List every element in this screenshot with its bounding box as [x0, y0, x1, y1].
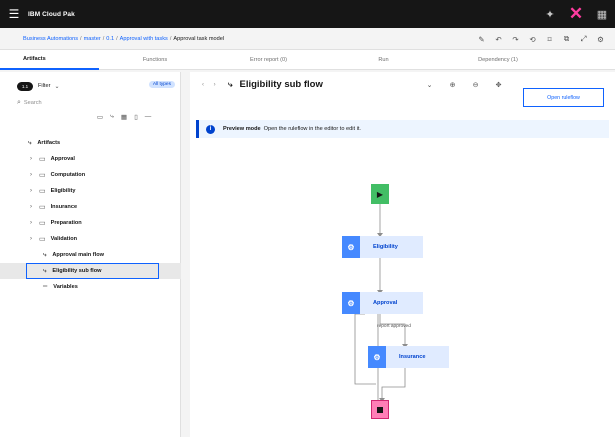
new-folder-icon[interactable]: ▭ [94, 113, 106, 121]
copy-icon[interactable]: ⧉ [558, 34, 575, 44]
flow-end-node[interactable] [371, 400, 389, 419]
task-node-eligibility[interactable]: ⚙ Eligibility [342, 236, 423, 258]
tab-artifacts[interactable]: Artifacts [0, 50, 99, 70]
edit-icon[interactable]: ✎ [473, 35, 490, 44]
search-icon: ⌕ [17, 99, 21, 106]
tab-functions[interactable]: Functions [99, 50, 211, 70]
tree-item-label: Variables [53, 284, 78, 290]
breadcrumb-item[interactable]: Business Automations [23, 36, 78, 42]
folder-icon: ▭ [39, 236, 46, 243]
tree-folder-label: Preparation [50, 220, 82, 226]
breadcrumb-separator: / [80, 35, 82, 42]
tree-folder-label: Computation [50, 172, 86, 178]
tab-bar: Artifacts Functions Error report (0) Run… [0, 50, 615, 70]
breadcrumb-separator: / [116, 35, 118, 42]
folder-icon: ▭ [39, 172, 46, 179]
new-file-icon[interactable]: ▯ [130, 113, 142, 121]
folder-icon: ▭ [39, 204, 46, 211]
tree-folder-label: Eligibility [50, 188, 76, 194]
tree-toolbar: ▭ ⤷ ▦ ▯ — [94, 113, 154, 121]
breadcrumb-item[interactable]: master [84, 36, 101, 42]
edge-label: report approved [377, 324, 411, 329]
redo-icon[interactable]: ↷ [507, 35, 524, 44]
tree-folder-approval[interactable]: › ▭ Approval [0, 151, 181, 167]
task-label: Insurance [399, 354, 426, 360]
artifact-tree: ⤷ Artifacts › ▭ Approval › ▭ Computation › ▭ E… [0, 135, 181, 295]
breadcrumb: Business Automations / master/ 0.1/ Appro… [0, 28, 615, 50]
tag-icon[interactable]: ⌑ [541, 35, 558, 44]
task-node-approval[interactable]: ⚙ Approval [342, 292, 423, 314]
task-label: Eligibility [373, 244, 398, 250]
tree-folder-label: Approval [50, 156, 75, 162]
new-table-icon[interactable]: ▦ [118, 113, 130, 121]
top-bar: ☰ IBM Cloud Pak ✦ ✕ ▦ [0, 0, 615, 28]
tree-folder-validation[interactable]: › ▭ Validation [0, 231, 181, 247]
all-types-tag[interactable]: All types [148, 81, 175, 88]
tree-item-approval-main-flow[interactable]: ⤷ Approval main flow [0, 247, 181, 263]
new-flow-icon[interactable]: ⤷ [106, 113, 118, 121]
breadcrumb-item[interactable]: 0.1 [106, 36, 114, 42]
fullscreen-icon[interactable]: ⤢ [575, 34, 592, 44]
chevron-right-icon[interactable]: › [30, 156, 32, 162]
search-placeholder: Search [23, 100, 42, 106]
chevron-right-icon[interactable]: › [30, 204, 32, 210]
undo-icon[interactable]: ↶ [490, 35, 507, 44]
variables-icon: ═ [43, 284, 48, 290]
task-node-insurance[interactable]: ⚙ Insurance [368, 346, 449, 368]
folder-icon: ▭ [39, 220, 46, 227]
filter-label[interactable]: Filter [38, 83, 50, 89]
chevron-down-icon[interactable]: ⌄ [54, 83, 59, 90]
tree-folder-computation[interactable]: › ▭ Computation [0, 167, 181, 183]
chevron-right-icon[interactable]: › [30, 188, 32, 194]
tree-folder-label: Insurance [50, 204, 78, 210]
filter-row: 1.1 Filter ⌄ All types [17, 79, 175, 93]
collapse-all-icon[interactable]: — [142, 113, 154, 121]
flow-start-node[interactable]: ▶ [371, 184, 389, 204]
filter-toggle[interactable]: 1.1 [17, 81, 33, 91]
gear-icon: ⚙ [342, 236, 360, 258]
breadcrumb-separator: / [169, 35, 172, 42]
close-icon[interactable]: ✕ [563, 4, 589, 24]
hamburger-icon[interactable]: ☰ [0, 0, 28, 28]
edge-insurance-end [381, 368, 406, 400]
pin-icon[interactable]: ✦ [537, 8, 563, 21]
history-icon[interactable]: ⟲ [524, 35, 541, 44]
folder-icon: ▭ [39, 188, 46, 195]
tree-folder-insurance[interactable]: › ▭ Insurance [0, 199, 181, 215]
ruleflow-icon: ⤷ [43, 251, 47, 258]
settings-icon[interactable]: ⚙ [592, 35, 609, 44]
breadcrumb-separator: / [102, 35, 105, 42]
folder-icon: ▭ [39, 156, 46, 163]
tree-folder-label: Validation [50, 236, 78, 242]
task-label: Approval [373, 300, 398, 306]
tree-item-label: Approval main flow [52, 252, 104, 258]
stop-icon [377, 406, 383, 413]
ruleflow-editor: ‹ › ⤷ Eligibility sub flow ⌄ ⊕ ⊖ ✥ Open … [190, 72, 615, 437]
brand-title: IBM Cloud Pak [28, 10, 75, 18]
breadcrumb-item[interactable]: Approval with tasks [120, 36, 168, 42]
tree-item-eligibility-sub-flow[interactable]: ⤷ Eligibility sub flow [0, 263, 181, 279]
tab-dependency[interactable]: Dependency (1) [441, 50, 555, 70]
breadcrumb-current: Approval task model [173, 35, 225, 42]
tree-folder-eligibility[interactable]: › ▭ Eligibility [0, 183, 181, 199]
edge-approval-insurance [379, 314, 406, 346]
chevron-right-icon[interactable]: › [30, 236, 32, 242]
tree-root[interactable]: ⤷ Artifacts [0, 135, 181, 151]
top-bar-actions: ✦ ✕ ▦ [537, 0, 615, 28]
tree-folder-preparation[interactable]: › ▭ Preparation [0, 215, 181, 231]
gear-icon: ⚙ [368, 346, 386, 368]
chevron-right-icon[interactable]: › [30, 172, 32, 178]
ruleflow-icon: ⤷ [28, 139, 32, 146]
chevron-right-icon[interactable]: › [30, 220, 32, 226]
search-input[interactable]: ⌕ Search [17, 97, 175, 109]
tab-run[interactable]: Run [326, 50, 441, 70]
selection-outline [26, 263, 159, 279]
grid-icon[interactable]: ▦ [589, 8, 615, 21]
gear-icon: ⚙ [342, 292, 360, 314]
tree-root-label: Artifacts [37, 140, 61, 146]
breadcrumb-toolbar: ✎ ↶ ↷ ⟲ ⌑ ⧉ ⤢ ⚙ [473, 28, 609, 50]
artifacts-sidebar: 1.1 Filter ⌄ All types ⌕ Search ▭ ⤷ ▦ ▯ … [0, 72, 181, 437]
tree-item-variables[interactable]: ═ Variables [0, 279, 181, 295]
tab-error-report[interactable]: Error report (0) [211, 50, 326, 70]
